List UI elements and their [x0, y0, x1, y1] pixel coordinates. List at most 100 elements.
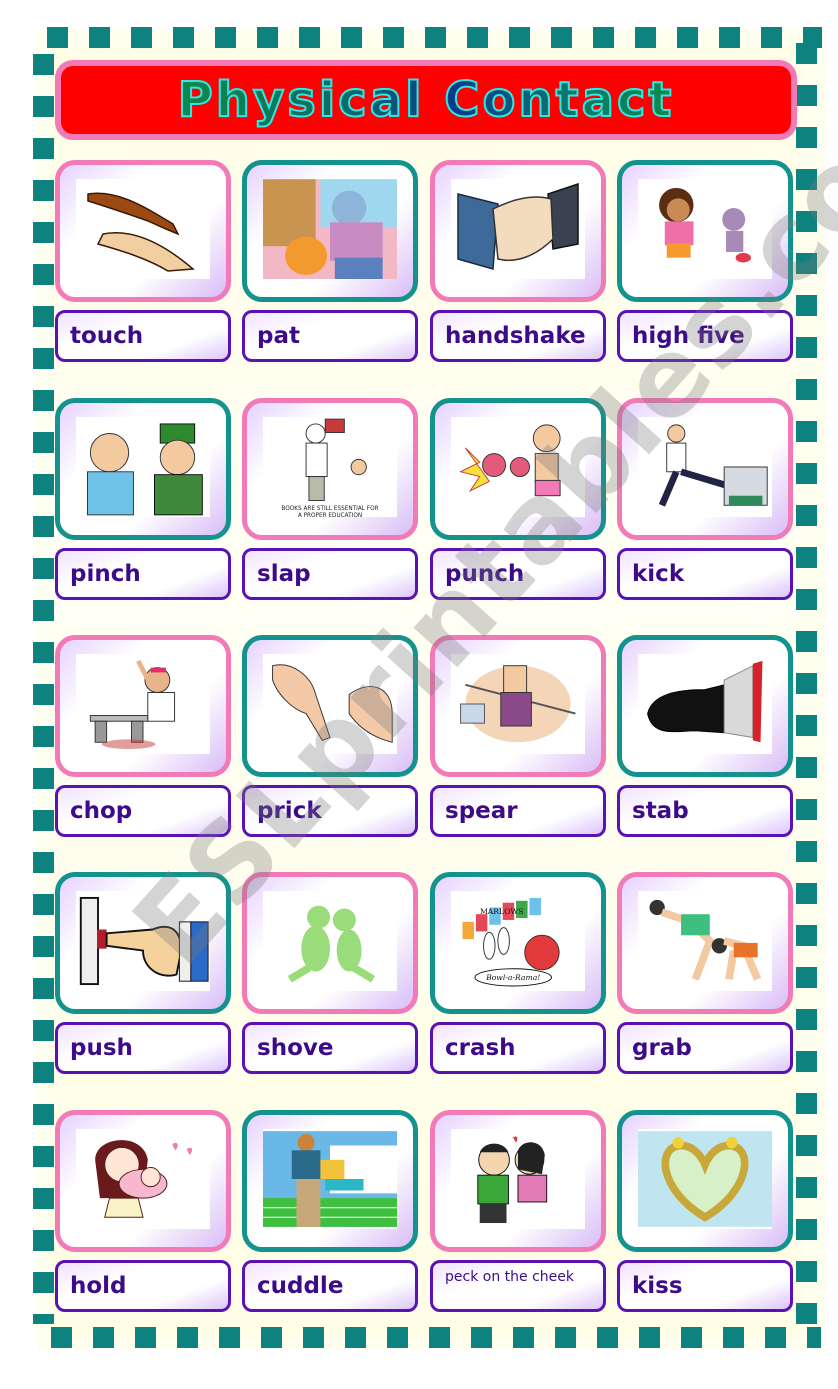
word-label: touch: [70, 323, 144, 349]
illustration-prick: [263, 654, 397, 754]
vocab-card: pat: [242, 160, 418, 380]
word-label-box: spear: [430, 785, 606, 837]
svg-text:Bowl-a-Rama!: Bowl-a-Rama!: [485, 973, 540, 982]
word-label: stab: [632, 798, 689, 824]
picture-frame: BOOKS ARE STILL ESSENTIAL FOR A PROPER ED…: [242, 398, 418, 540]
vocab-card: BOOKS ARE STILL ESSENTIAL FOR A PROPER ED…: [242, 398, 418, 618]
svg-text:MARLOWS: MARLOWS: [480, 907, 524, 916]
word-label: prick: [257, 798, 322, 824]
vocab-card: stab: [617, 635, 793, 855]
picture-frame: [55, 1110, 231, 1252]
word-label-box: chop: [55, 785, 231, 837]
frame-border-right: [796, 43, 817, 1343]
picture-frame: [617, 1110, 793, 1252]
word-label: grab: [632, 1035, 692, 1061]
svg-text:A PROPER EDUCATION: A PROPER EDUCATION: [298, 513, 362, 517]
picture-frame: [617, 635, 793, 777]
word-label-box: handshake: [430, 310, 606, 362]
picture-frame: [617, 398, 793, 540]
picture-frame: [55, 635, 231, 777]
word-label: cuddle: [257, 1273, 344, 1299]
picture-frame: [430, 635, 606, 777]
illustration-grab: [638, 891, 772, 991]
picture-frame: [617, 872, 793, 1014]
vocab-card: MARLOWS Bowl-a-Rama! crash: [430, 872, 606, 1092]
word-label: hold: [70, 1273, 127, 1299]
word-label: pinch: [70, 561, 141, 587]
word-label-box: crash: [430, 1022, 606, 1074]
illustration-handshake: [451, 179, 585, 279]
illustration-high-five: [638, 179, 772, 279]
illustration-kiss: [638, 1129, 772, 1229]
vocab-card: kick: [617, 398, 793, 618]
picture-frame: [242, 1110, 418, 1252]
picture-frame: [55, 872, 231, 1014]
picture-frame: [430, 1110, 606, 1252]
word-label-box: shove: [242, 1022, 418, 1074]
word-label: peck on the cheek: [445, 1269, 574, 1285]
word-label-box: pinch: [55, 548, 231, 600]
picture-frame: [55, 160, 231, 302]
vocab-card: punch: [430, 398, 606, 618]
vocab-card: touch: [55, 160, 231, 380]
svg-text:BOOKS ARE STILL ESSENTIAL FOR: BOOKS ARE STILL ESSENTIAL FOR: [281, 506, 378, 512]
frame-border-left: [33, 54, 54, 1324]
picture-frame: [617, 160, 793, 302]
word-label-box: grab: [617, 1022, 793, 1074]
word-label-box: prick: [242, 785, 418, 837]
word-label: chop: [70, 798, 133, 824]
word-label: push: [70, 1035, 133, 1061]
word-label-box: pat: [242, 310, 418, 362]
vocab-card: handshake: [430, 160, 606, 380]
page-title: Physical Contact: [177, 71, 675, 129]
vocab-card: cuddle: [242, 1110, 418, 1330]
picture-frame: [55, 398, 231, 540]
frame-border-top: [47, 27, 822, 48]
illustration-kick: [638, 417, 772, 517]
word-label: high five: [632, 323, 745, 349]
vocab-card: prick: [242, 635, 418, 855]
illustration-crash: MARLOWS Bowl-a-Rama!: [451, 891, 585, 991]
vocab-card: chop: [55, 635, 231, 855]
picture-frame: [242, 872, 418, 1014]
illustration-chop: [76, 654, 210, 754]
word-label-box: punch: [430, 548, 606, 600]
illustration-stab: [638, 654, 772, 754]
illustration-touch: [76, 179, 210, 279]
illustration-cuddle: [263, 1129, 397, 1229]
word-label-box: kick: [617, 548, 793, 600]
word-label: punch: [445, 561, 525, 587]
word-label: crash: [445, 1035, 516, 1061]
word-label-box: stab: [617, 785, 793, 837]
vocab-card: push: [55, 872, 231, 1092]
word-label: shove: [257, 1035, 334, 1061]
word-label-box: slap: [242, 548, 418, 600]
word-label: slap: [257, 561, 311, 587]
word-label: kick: [632, 561, 685, 587]
vocab-card: kiss: [617, 1110, 793, 1330]
illustration-punch: [451, 417, 585, 517]
picture-frame: [242, 160, 418, 302]
illustration-pinch: [76, 417, 210, 517]
vocab-card: high five: [617, 160, 793, 380]
illustration-push: [76, 891, 210, 991]
word-label-box: cuddle: [242, 1260, 418, 1312]
vocab-card: grab: [617, 872, 793, 1092]
illustration-pat: [263, 179, 397, 279]
vocab-card: pinch: [55, 398, 231, 618]
word-label-box: push: [55, 1022, 231, 1074]
illustration-spear: [451, 654, 585, 754]
word-label: handshake: [445, 323, 586, 349]
picture-frame: MARLOWS Bowl-a-Rama!: [430, 872, 606, 1014]
frame-border-bottom: [51, 1327, 821, 1348]
word-label-box: peck on the cheek: [430, 1260, 606, 1312]
vocab-card: spear: [430, 635, 606, 855]
vocab-card: peck on the cheek: [430, 1110, 606, 1330]
picture-frame: [430, 398, 606, 540]
picture-frame: [242, 635, 418, 777]
word-label-box: hold: [55, 1260, 231, 1312]
word-label: pat: [257, 323, 300, 349]
illustration-slap: BOOKS ARE STILL ESSENTIAL FOR A PROPER ED…: [263, 417, 397, 517]
word-label-box: touch: [55, 310, 231, 362]
illustration-shove: [263, 891, 397, 991]
